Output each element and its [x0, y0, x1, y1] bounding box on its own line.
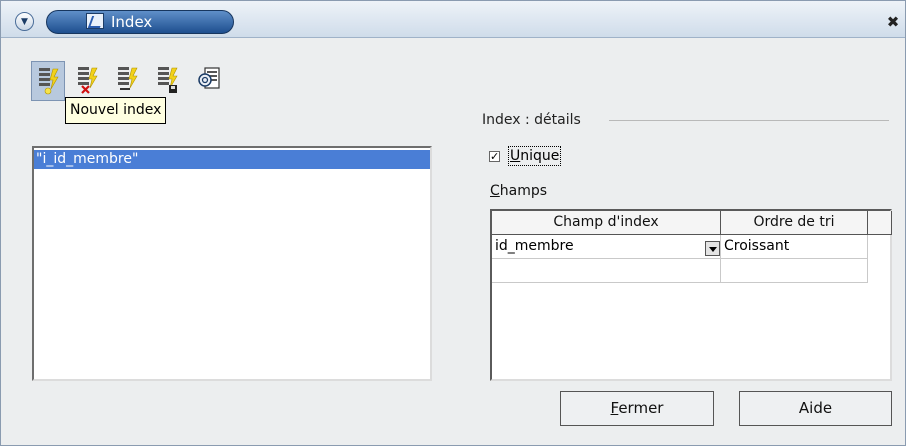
unique-label[interactable]: Unique — [508, 146, 562, 166]
reset-index-icon — [198, 67, 220, 89]
index-list[interactable]: "i_id_membre" — [32, 146, 432, 381]
index-window-icon — [86, 13, 104, 29]
table-cell-field[interactable] — [492, 259, 721, 283]
delete-index-button[interactable] — [71, 61, 105, 101]
table-cell-sort-order[interactable]: Croissant — [721, 235, 868, 259]
unique-label-mnemonic: U — [510, 148, 521, 164]
rename-index-button[interactable] — [111, 61, 145, 101]
help-button[interactable]: Aide — [739, 391, 892, 426]
save-index-button[interactable] — [151, 61, 185, 101]
index-fields-grid[interactable]: Champ d'index Ordre de tri id_membre Cro… — [490, 209, 892, 381]
column-header-empty — [868, 211, 892, 235]
index-details-title: Index : détails — [482, 112, 581, 128]
close-button-rest: ermer — [618, 399, 664, 417]
index-toolbar — [31, 61, 231, 101]
index-dialog: ▼ Index ✖ Nouvel index "i_id_membre" Ind… — [0, 0, 906, 446]
list-item[interactable]: "i_id_membre" — [34, 150, 430, 169]
unique-label-rest: nique — [520, 148, 560, 164]
close-button[interactable]: Fermer — [560, 391, 714, 426]
new-index-button[interactable] — [31, 61, 65, 101]
title-bar: ▼ Index ✖ — [1, 1, 905, 38]
new-index-tooltip: Nouvel index — [65, 97, 167, 124]
close-icon[interactable]: ✖ — [886, 15, 900, 30]
window-title: Index — [111, 13, 153, 31]
chevron-down-icon[interactable]: ▼ — [15, 12, 34, 31]
fields-label-rest: hamps — [499, 183, 548, 199]
fields-label-mnemonic: C — [490, 183, 500, 199]
unique-checkbox[interactable]: ✓ — [489, 151, 500, 162]
delete-index-icon — [78, 67, 98, 94]
new-index-icon — [39, 68, 59, 95]
rename-index-icon — [118, 67, 138, 90]
save-index-icon — [158, 67, 178, 93]
fields-label: Champs — [490, 182, 547, 200]
table-cell-field[interactable]: id_membre — [492, 235, 721, 259]
group-divider — [609, 120, 889, 121]
table-cell-sort-order[interactable] — [721, 259, 868, 283]
reset-index-button[interactable] — [191, 61, 225, 101]
chevron-down-icon[interactable] — [705, 241, 720, 256]
column-header-sort-order[interactable]: Ordre de tri — [721, 211, 868, 235]
column-header-field[interactable]: Champ d'index — [492, 211, 721, 235]
